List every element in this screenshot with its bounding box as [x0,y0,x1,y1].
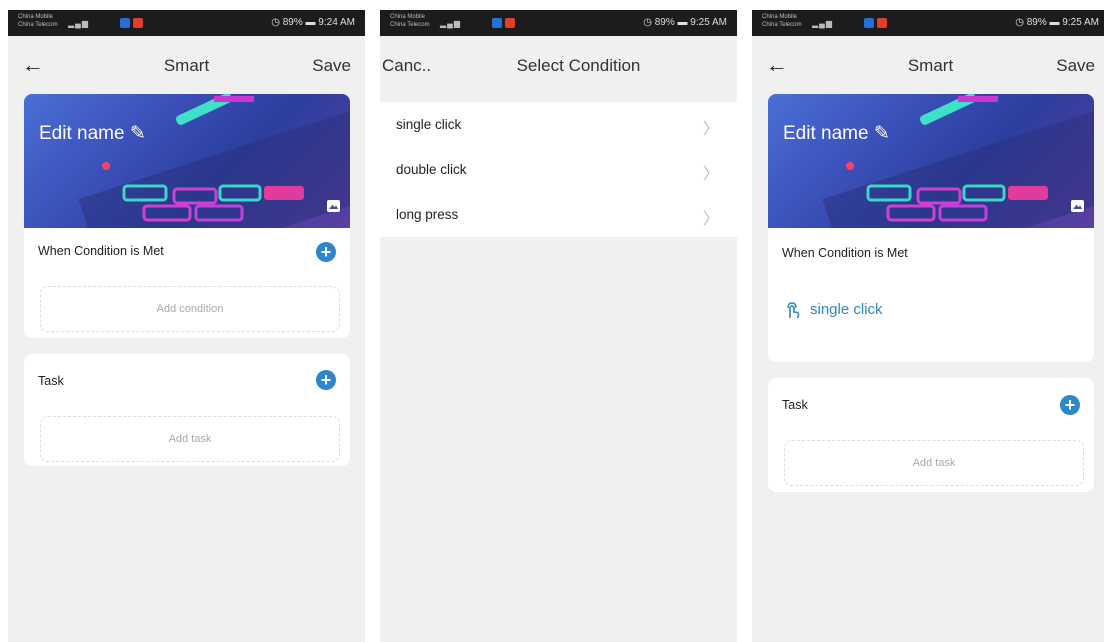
pencil-icon: ✎ [129,123,146,144]
signal-icon: ▂▄▆ [68,19,89,28]
edit-name-button[interactable]: Edit name ✎ [783,122,890,145]
status-bar: China Mobile China Telecom ▂▄▆ ◷ 89% ▬ 9:… [8,10,365,36]
condition-title: When Condition is Met [782,246,908,260]
chevron-right-icon: 〉 [702,211,719,228]
notification-icon [877,18,887,28]
carrier-label: China Mobile China Telecom [390,14,430,28]
signal-icon: ▂▄▆ [440,19,461,28]
nav-bar: ← Smart Save [752,36,1104,94]
edit-name-button[interactable]: Edit name ✎ [39,122,146,145]
list-item-label: double click [396,162,467,177]
screen-select-condition: China Mobile China Telecom ▂▄▆ ◷ 89% ▬ 9:… [380,10,737,642]
list-item-single-click[interactable]: single click 〉 [380,102,737,147]
condition-card: When Condition is Met single click [768,228,1094,362]
add-task-box[interactable]: Add task [784,440,1084,486]
task-card: Task + Add task [768,378,1094,492]
add-task-plus-icon[interactable]: + [316,370,336,390]
status-right: ◷ 89% ▬ 9:25 AM [1015,17,1099,28]
notification-icon [492,18,502,28]
page-title: Select Condition [516,56,641,75]
screen-smart-empty: China Mobile China Telecom ▂▄▆ ◷ 89% ▬ 9:… [8,10,365,642]
condition-value: single click [810,300,883,318]
add-task-box[interactable]: Add task [40,416,340,462]
task-title: Task [38,374,64,388]
status-bar: China Mobile China Telecom ▂▄▆ ◷ 89% ▬ 9:… [752,10,1104,36]
pencil-icon: ✎ [873,123,890,144]
image-icon[interactable] [327,200,340,212]
condition-item-single-click[interactable]: single click [782,300,883,320]
list-item-double-click[interactable]: double click 〉 [380,147,737,192]
chevron-right-icon: 〉 [702,166,719,183]
status-bar: China Mobile China Telecom ▂▄▆ ◷ 89% ▬ 9:… [380,10,737,36]
task-title: Task [782,398,808,412]
scene-banner[interactable]: Edit name ✎ [24,94,350,228]
condition-title: When Condition is Met [38,244,164,258]
chevron-right-icon: 〉 [702,121,719,138]
status-right: ◷ 89% ▬ 9:24 AM [271,17,355,28]
banner-image [78,94,350,228]
status-right: ◷ 89% ▬ 9:25 AM [643,17,727,28]
list-item-label: single click [396,117,462,132]
save-button[interactable]: Save [312,56,351,76]
banner-image [822,94,1094,228]
notification-icon [120,18,130,28]
carrier-label: China Mobile China Telecom [18,14,58,28]
task-card: Task + Add task [24,354,350,466]
add-condition-box[interactable]: Add condition [40,286,340,332]
save-button[interactable]: Save [1056,56,1095,76]
notification-icon [505,18,515,28]
list-item-long-press[interactable]: long press 〉 [380,192,737,237]
image-icon[interactable] [1071,200,1084,212]
condition-list: single click 〉 double click 〉 long press… [380,102,737,237]
page-title: Smart [907,56,954,75]
screen-smart-with-condition: China Mobile China Telecom ▂▄▆ ◷ 89% ▬ 9:… [752,10,1104,642]
add-condition-plus-icon[interactable]: + [316,242,336,262]
touch-icon [787,302,800,319]
scene-banner[interactable]: Edit name ✎ [768,94,1094,228]
notification-icon [864,18,874,28]
notification-icon [133,18,143,28]
list-item-label: long press [396,207,459,222]
nav-bar: Canc.. Select Condition [380,36,737,94]
condition-card: When Condition is Met + Add condition [24,228,350,338]
signal-icon: ▂▄▆ [812,19,833,28]
nav-bar: ← Smart Save [8,36,365,94]
add-task-plus-icon[interactable]: + [1060,395,1080,415]
carrier-label: China Mobile China Telecom [762,14,802,28]
